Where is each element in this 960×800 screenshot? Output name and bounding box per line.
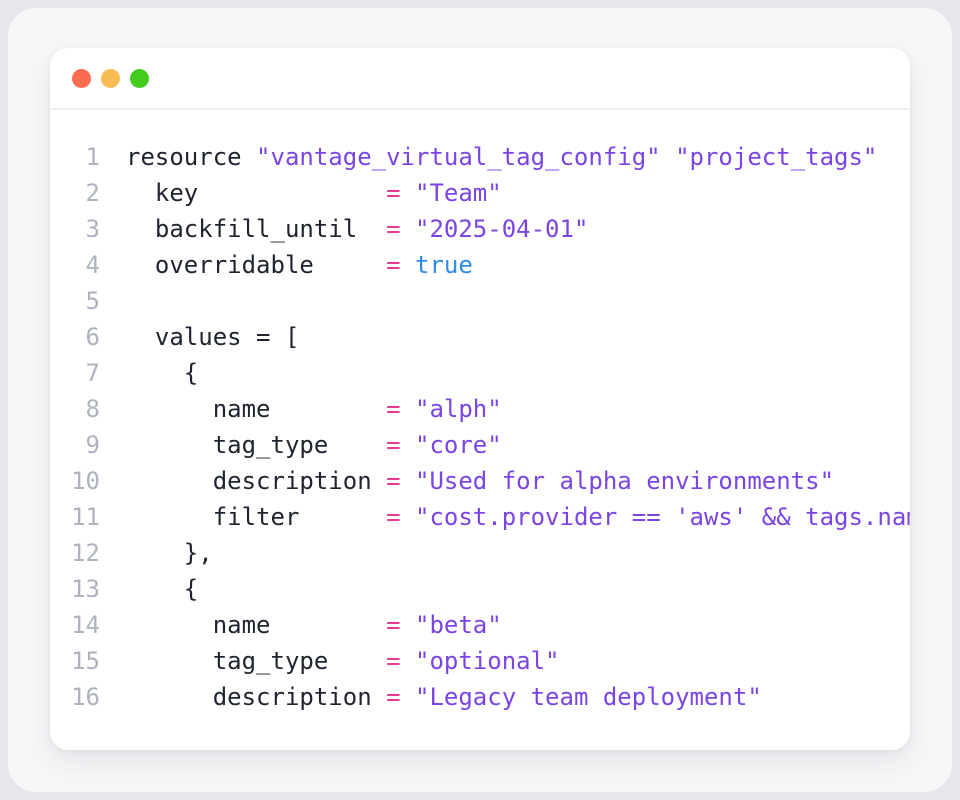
line-number: 12 bbox=[50, 535, 100, 571]
code-line: 4 overridable = true bbox=[50, 247, 910, 283]
code-editor-window: 1 resource "vantage_virtual_tag_config" "… bbox=[50, 48, 910, 750]
code-line: 1 resource "vantage_virtual_tag_config" "… bbox=[50, 139, 910, 175]
close-button[interactable] bbox=[72, 69, 91, 88]
line-number: 11 bbox=[50, 499, 100, 535]
code-text: description = "Legacy team deployment" bbox=[126, 679, 762, 715]
code-line: 2 key = "Team" bbox=[50, 175, 910, 211]
code-line: 13 { bbox=[50, 571, 910, 607]
code-text: { bbox=[126, 571, 198, 607]
code-text: filter = "cost.provider == 'aws' && tags… bbox=[126, 499, 910, 535]
line-number: 5 bbox=[50, 283, 100, 319]
line-number: 3 bbox=[50, 211, 100, 247]
line-number: 1 bbox=[50, 139, 100, 175]
zoom-button[interactable] bbox=[130, 69, 149, 88]
line-number: 14 bbox=[50, 607, 100, 643]
page-background-panel: 1 resource "vantage_virtual_tag_config" "… bbox=[8, 8, 952, 792]
window-titlebar bbox=[50, 48, 910, 110]
line-number: 2 bbox=[50, 175, 100, 211]
line-number: 10 bbox=[50, 463, 100, 499]
code-line: 3 backfill_until = "2025-04-01" bbox=[50, 211, 910, 247]
line-number: 16 bbox=[50, 679, 100, 715]
code-text: resource "vantage_virtual_tag_config" "p… bbox=[126, 139, 877, 175]
minimize-button[interactable] bbox=[101, 69, 120, 88]
code-text: backfill_until = "2025-04-01" bbox=[126, 211, 588, 247]
code-line: 16 description = "Legacy team deployment… bbox=[50, 679, 910, 715]
code-text: name = "alph" bbox=[126, 391, 502, 427]
line-number: 4 bbox=[50, 247, 100, 283]
code-line: 15 tag_type = "optional" bbox=[50, 643, 910, 679]
line-number: 15 bbox=[50, 643, 100, 679]
code-text: values = [ bbox=[126, 319, 299, 355]
traffic-lights bbox=[72, 69, 149, 88]
code-text: }, bbox=[126, 535, 213, 571]
code-text: key = "Team" bbox=[126, 175, 502, 211]
code-text: { bbox=[126, 355, 198, 391]
code-line: 9 tag_type = "core" bbox=[50, 427, 910, 463]
line-number: 13 bbox=[50, 571, 100, 607]
line-number: 6 bbox=[50, 319, 100, 355]
code-text: overridable = true bbox=[126, 247, 473, 283]
code-line: 12 }, bbox=[50, 535, 910, 571]
code-line: 11 filter = "cost.provider == 'aws' && t… bbox=[50, 499, 910, 535]
code-text: tag_type = "optional" bbox=[126, 643, 560, 679]
code-line: 5 bbox=[50, 283, 910, 319]
code-text: description = "Used for alpha environmen… bbox=[126, 463, 834, 499]
code-line: 10 description = "Used for alpha environ… bbox=[50, 463, 910, 499]
code-line: 8 name = "alph" bbox=[50, 391, 910, 427]
line-number: 8 bbox=[50, 391, 100, 427]
line-number: 9 bbox=[50, 427, 100, 463]
code-line: 14 name = "beta" bbox=[50, 607, 910, 643]
line-number: 7 bbox=[50, 355, 100, 391]
code-text: name = "beta" bbox=[126, 607, 502, 643]
code-line: 7 { bbox=[50, 355, 910, 391]
code-text: tag_type = "core" bbox=[126, 427, 502, 463]
code-area: 1 resource "vantage_virtual_tag_config" "… bbox=[50, 110, 910, 715]
code-line: 6 values = [ bbox=[50, 319, 910, 355]
